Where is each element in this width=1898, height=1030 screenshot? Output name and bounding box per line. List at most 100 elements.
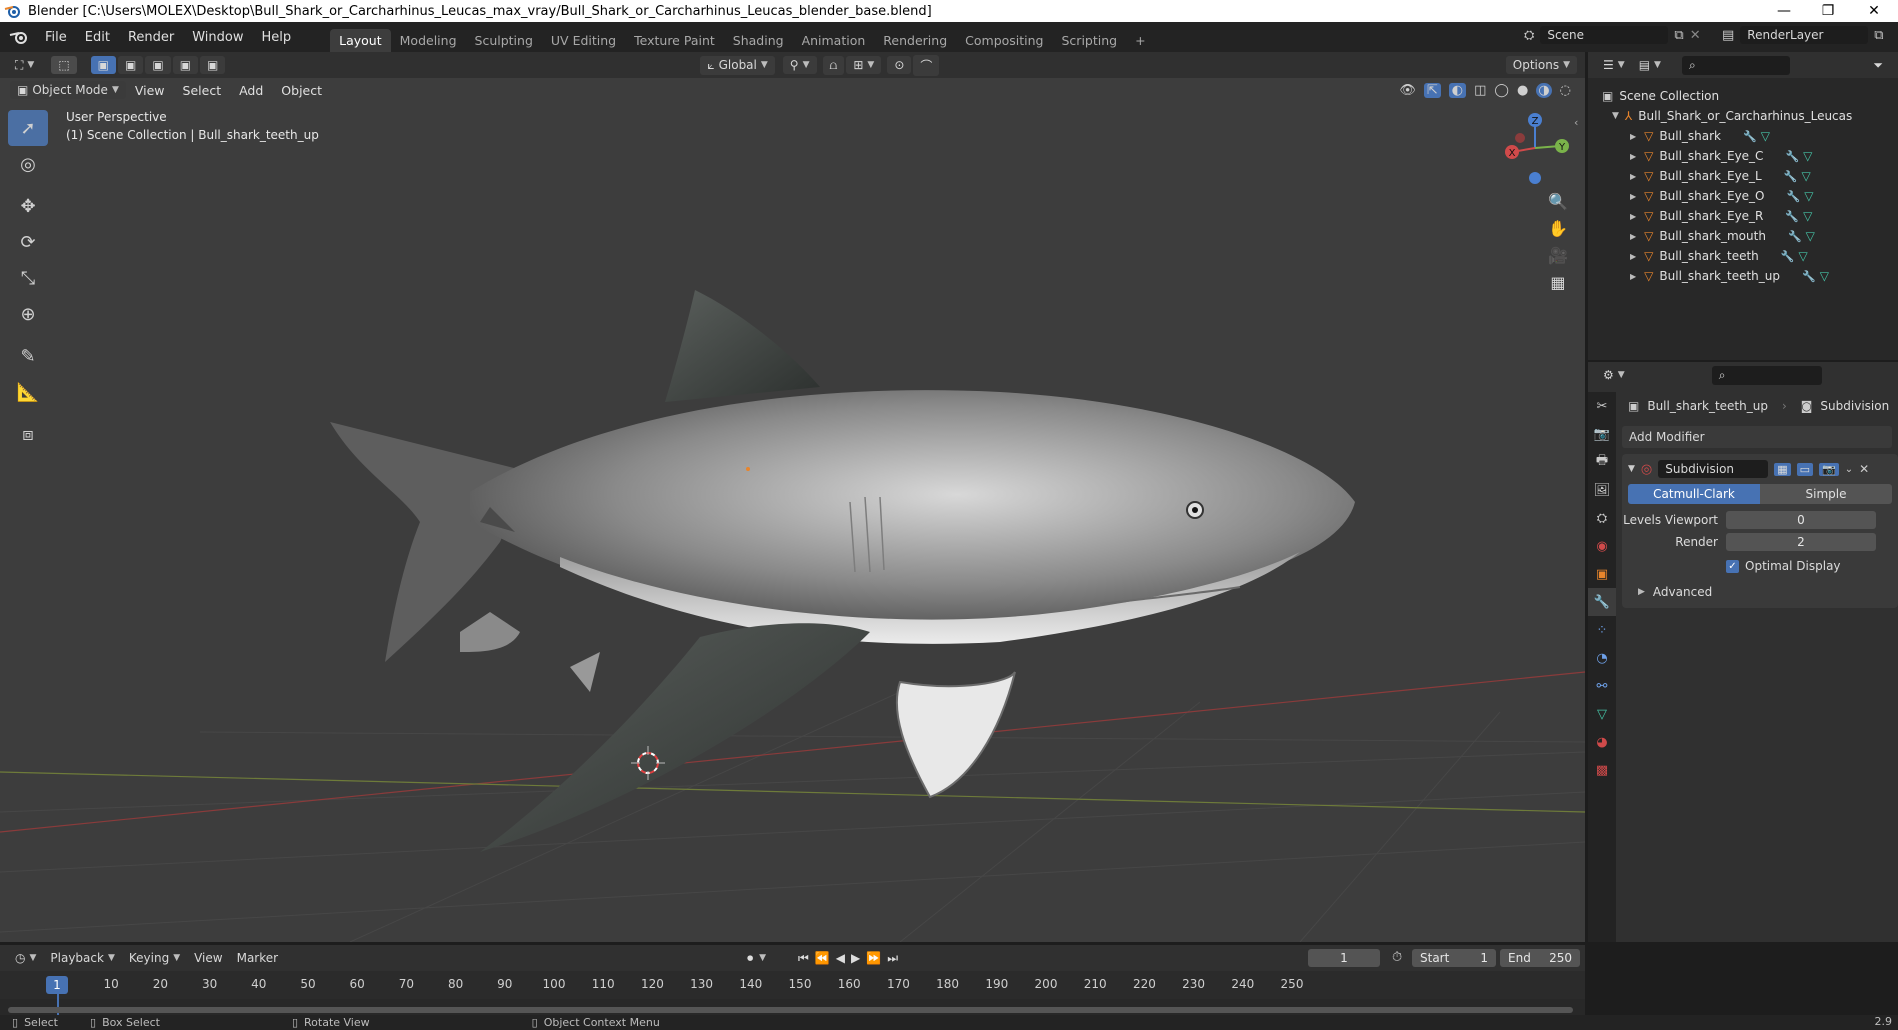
- outliner-object-item[interactable]: ▶ ▽ Bull_shark 🔧 ▽: [1602, 126, 1892, 146]
- tab-tool[interactable]: ✂: [1588, 392, 1616, 420]
- tool-measure[interactable]: 📐: [8, 374, 48, 410]
- expand-arrow-icon[interactable]: ▶: [1630, 272, 1636, 281]
- expand-arrow-icon[interactable]: ▶: [1630, 152, 1636, 161]
- ortho-grid-icon[interactable]: ▦: [1550, 273, 1565, 292]
- tab-render[interactable]: 📷: [1588, 420, 1616, 448]
- close-window-button[interactable]: ✕: [1852, 0, 1896, 22]
- expand-arrow-icon[interactable]: ▶: [1630, 232, 1636, 241]
- tab-constraints[interactable]: ⚯: [1588, 672, 1616, 700]
- collapse-arrow-icon[interactable]: ▼: [1612, 111, 1619, 121]
- stopwatch-icon[interactable]: ⏱: [1392, 950, 1402, 965]
- expand-arrow-icon[interactable]: ▶: [1630, 252, 1636, 261]
- tab-uv-editing[interactable]: UV Editing: [542, 29, 625, 52]
- minimize-button[interactable]: —: [1762, 0, 1806, 22]
- tab-world[interactable]: ◉: [1588, 532, 1616, 560]
- add-workspace-button[interactable]: +: [1126, 29, 1154, 52]
- new-scene-icon[interactable]: ⧉: [1674, 28, 1683, 43]
- outliner-object-item[interactable]: ▶ ▽ Bull_shark_Eye_C 🔧 ▽: [1602, 146, 1892, 166]
- tab-modeling[interactable]: Modeling: [391, 29, 466, 52]
- add-modifier-button[interactable]: Add Modifier: [1622, 426, 1892, 448]
- catmull-clark-option[interactable]: Catmull-Clark: [1628, 484, 1760, 504]
- modifier-wrench-icon[interactable]: 🔧: [1785, 210, 1799, 223]
- tab-texture-paint[interactable]: Texture Paint: [625, 29, 724, 52]
- mesh-data-icon[interactable]: ▽: [1803, 149, 1812, 163]
- render-toggle-icon[interactable]: 📷: [1819, 462, 1839, 476]
- mesh-data-icon[interactable]: ▽: [1806, 229, 1815, 243]
- outliner-search-input[interactable]: ⌕: [1681, 55, 1790, 75]
- tool-rotate[interactable]: ⟳: [8, 224, 48, 260]
- keying-menu[interactable]: Keying ▼: [122, 949, 187, 967]
- editmode-toggle-icon[interactable]: ▦: [1774, 462, 1791, 476]
- expand-arrow-icon[interactable]: ▶: [1630, 132, 1636, 141]
- tab-shading[interactable]: Shading: [724, 29, 793, 52]
- tool-cursor[interactable]: ◎: [8, 146, 48, 182]
- timeline-editor-type-button[interactable]: ◷ ▼: [8, 949, 43, 967]
- blender-menu-icon[interactable]: [8, 29, 30, 45]
- tab-rendering[interactable]: Rendering: [874, 29, 956, 52]
- display-mode-dropdown[interactable]: ▤ ▼: [1632, 56, 1668, 74]
- modifier-wrench-icon[interactable]: 🔧: [1781, 250, 1795, 263]
- playhead-frame-indicator[interactable]: 1: [46, 976, 68, 994]
- marker-menu[interactable]: Marker: [230, 949, 285, 967]
- menu-help[interactable]: Help: [253, 30, 301, 45]
- tab-layout[interactable]: Layout: [330, 28, 391, 52]
- outliner-object-item[interactable]: ▶ ▽ Bull_shark_Eye_O 🔧 ▽: [1602, 186, 1892, 206]
- navigation-gizmo[interactable]: Z Y X: [1490, 108, 1570, 188]
- modifier-wrench-icon[interactable]: 🔧: [1788, 230, 1802, 243]
- frame-ruler[interactable]: 10 20 30 40 50 60 70 80 90 100 110 120 130 140 150 160 1…: [0, 971, 1585, 1021]
- expand-arrow-icon[interactable]: ▶: [1630, 192, 1636, 201]
- shark-model[interactable]: [330, 290, 1355, 852]
- expand-arrow-icon[interactable]: ▶: [1630, 172, 1636, 181]
- tab-scene[interactable]: ⛭: [1588, 504, 1616, 532]
- pan-hand-icon[interactable]: ✋: [1548, 219, 1568, 238]
- delete-scene-icon[interactable]: ✕: [1690, 28, 1701, 43]
- modifier-name-field[interactable]: Subdivision: [1658, 460, 1769, 478]
- mesh-data-icon[interactable]: ▽: [1798, 249, 1807, 263]
- modifier-wrench-icon[interactable]: 🔧: [1802, 270, 1816, 283]
- zoom-icon[interactable]: 🔍: [1548, 192, 1568, 211]
- modifier-wrench-icon[interactable]: 🔧: [1784, 170, 1798, 183]
- advanced-subpanel[interactable]: ▶ Advanced: [1622, 582, 1898, 602]
- tab-particles[interactable]: ⁘: [1588, 616, 1616, 644]
- tool-select-box[interactable]: ➚: [8, 110, 48, 146]
- menu-edit[interactable]: Edit: [76, 30, 119, 45]
- tool-add-cube[interactable]: ⧈: [8, 416, 48, 452]
- timeline-view-menu[interactable]: View: [187, 949, 229, 967]
- remove-modifier-icon[interactable]: ✕: [1859, 462, 1869, 476]
- start-frame-field[interactable]: Start 1: [1412, 949, 1496, 967]
- properties-editor-type-button[interactable]: ⚙ ▼: [1596, 366, 1632, 384]
- outliner-collection[interactable]: ▼ ⅄ Bull_Shark_or_Carcharhinus_Leucas: [1602, 106, 1892, 126]
- menu-render[interactable]: Render: [119, 30, 183, 45]
- render-layer-field[interactable]: RenderLayer: [1740, 26, 1869, 44]
- play-icon[interactable]: ▶: [851, 951, 860, 965]
- menu-window[interactable]: Window: [183, 30, 252, 45]
- simple-option[interactable]: Simple: [1760, 484, 1892, 504]
- current-frame-field[interactable]: 1: [1308, 949, 1380, 967]
- record-options-chevron-icon[interactable]: ▼: [759, 953, 766, 963]
- tool-annotate[interactable]: ✎: [8, 338, 48, 374]
- mesh-data-icon[interactable]: ▽: [1804, 189, 1813, 203]
- modifier-menu-chevron-icon[interactable]: ⌄: [1845, 464, 1853, 475]
- tab-compositing[interactable]: Compositing: [956, 29, 1052, 52]
- 3d-viewport[interactable]: ⛶ ▼ ⬚ ▣ ▣ ▣ ▣ ▣ ⟀ Global ▼ ⚲ ▼ ⩍ ⊞ ▼ ⊙ ⌒ Opti…: [0, 52, 1585, 942]
- play-reverse-icon[interactable]: ◀: [836, 951, 845, 965]
- restore-button[interactable]: ❐: [1806, 0, 1850, 22]
- modifier-wrench-icon[interactable]: 🔧: [1785, 150, 1799, 163]
- next-keyframe-icon[interactable]: ⏩: [866, 951, 881, 965]
- mesh-data-icon[interactable]: ▽: [1801, 169, 1810, 183]
- tab-view-layer[interactable]: 🖼: [1588, 476, 1616, 504]
- playback-menu[interactable]: Playback ▼: [43, 949, 121, 967]
- tab-sculpting[interactable]: Sculpting: [466, 29, 542, 52]
- mesh-data-icon[interactable]: ▽: [1761, 129, 1770, 143]
- record-icon[interactable]: ⏺: [747, 951, 753, 966]
- sidebar-toggle-icon[interactable]: ‹: [1574, 116, 1578, 129]
- outliner-object-item[interactable]: ▶ ▽ Bull_shark_Eye_R 🔧 ▽: [1602, 206, 1892, 226]
- tab-modifiers[interactable]: 🔧: [1588, 588, 1616, 616]
- tab-object[interactable]: ▣: [1588, 560, 1616, 588]
- tab-texture[interactable]: ▩: [1588, 756, 1616, 784]
- scene-name-field[interactable]: Scene: [1540, 26, 1669, 44]
- outliner-object-item[interactable]: ▶ ▽ Bull_shark_Eye_L 🔧 ▽: [1602, 166, 1892, 186]
- mesh-data-icon[interactable]: ▽: [1820, 269, 1829, 283]
- new-render-layer-icon[interactable]: ⧉: [1874, 28, 1883, 43]
- jump-start-icon[interactable]: ⏮: [798, 951, 809, 966]
